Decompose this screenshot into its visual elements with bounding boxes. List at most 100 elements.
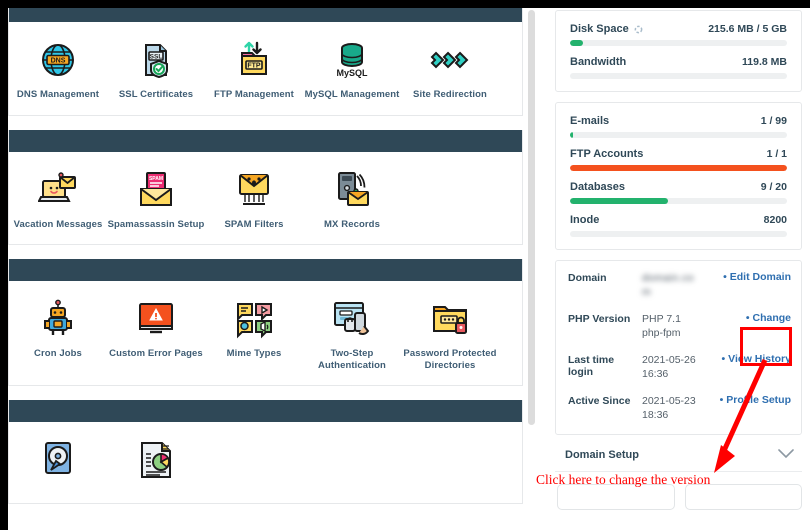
domain-info-panel: Domain domain.com • Edit Domain PHP Vers… [555,260,802,435]
domain-setup-accordion[interactable]: Domain Setup [555,439,802,472]
accordion-label: Domain Setup [565,449,639,461]
stat-value: 1 / 99 [760,115,787,127]
info-row-last-login: Last time login 2021-05-26 16:36 • View … [568,353,791,381]
stat-label-text: Disk Space [570,23,629,35]
left-black-border [0,0,8,530]
progress-track [570,165,787,171]
progress-fill [570,165,787,171]
svg-text:SPAM: SPAM [149,176,163,182]
accounts-panel: E-mails 1 / 99 FTP Accounts 1 / 1 Databa… [555,102,802,250]
tile-dns-management[interactable]: DNS DNS Management [9,38,107,101]
profile-setup-link[interactable]: • Profile Setup [702,394,791,406]
tile-mx-records[interactable]: MX Records [303,168,401,231]
stat-label: E-mails [570,115,610,127]
feature-group-body: DNS DNS Management SSL SSL Certificates … [9,22,522,115]
svg-text:MySQL: MySQL [336,68,368,78]
feature-group-header [9,400,522,422]
cron-robot-icon [36,297,80,341]
edit-domain-link[interactable]: • Edit Domain [702,271,791,283]
view-history-link[interactable]: • View History [702,353,791,365]
tile-spam-filters[interactable]: SPAM Filters [205,168,303,231]
progress-fill [570,40,584,46]
tile-label: FTP Management [214,89,294,100]
mime-types-icon [232,297,276,341]
stat-value: 119.8 MB [742,56,787,68]
change-php-version-link[interactable]: • Change [702,312,791,324]
info-value-active-since: 2021-05-23 18:36 [642,395,696,421]
stat-databases: Databases 9 / 20 [570,181,787,204]
tile-mysql-management[interactable]: MySQL MySQL Management [303,38,401,101]
mx-records-icon [330,168,374,212]
refresh-spinner-icon[interactable] [634,25,643,34]
stat-label: Inode [570,214,600,226]
report-chart-icon [134,438,178,482]
tile-label: Two-Step Authentication [318,348,386,371]
stat-disk-space: Disk Space 215.6 MB / 5 GB [570,23,787,46]
view-history-label: View History [728,353,791,365]
tile-mime-types[interactable]: Mime Types [205,297,303,360]
svg-text:FTP: FTP [247,63,261,70]
tile-two-step-authentication[interactable]: Two-Step Authentication [303,297,401,371]
feature-group-card: Vacation Messages SPAM Spamassassin Setu… [8,129,523,245]
stat-ftp-accounts: FTP Accounts 1 / 1 [570,148,787,171]
info-value-php-version: PHP 7.1 php-fpm [642,313,681,339]
mysql-database-icon: MySQL [330,38,374,82]
tile-ssl-certificates[interactable]: SSL SSL Certificates [107,38,205,101]
progress-track [570,40,787,46]
vacation-message-icon [36,168,80,212]
tile-report-chart[interactable] [107,438,205,489]
column-gutter [536,0,544,530]
svg-text:SSL: SSL [150,54,163,61]
feature-group-body [9,422,522,503]
tile-label: SPAM Filters [224,218,284,230]
left-pane-scrollbar-thumb[interactable] [528,10,535,425]
feature-group-card: DNS DNS Management SSL SSL Certificates … [8,0,523,116]
stat-value: 1 / 1 [766,148,787,160]
tile-label: Cron Jobs [34,348,82,359]
change-label: Change [752,312,791,324]
password-protected-directories-icon [428,297,472,341]
info-value-domain: domain.com [642,272,695,298]
tile-label: Password Protected Directories [403,348,497,371]
stat-bandwidth: Bandwidth 119.8 MB [570,56,787,79]
usage-panel: Disk Space 215.6 MB / 5 GB Bandwidth 119… [555,10,802,92]
stat-value: 8200 [763,214,787,226]
stat-label: Disk Space [570,23,643,35]
info-label: Domain [568,272,607,284]
edit-domain-label: Edit Domain [729,271,791,283]
cpanel-screen: DNS DNS Management SSL SSL Certificates … [0,0,810,530]
ssl-certificate-icon: SSL [134,38,178,82]
tile-cron-jobs[interactable]: Cron Jobs [9,297,107,360]
ftp-folder-icon: FTP [232,38,276,82]
chevron-down-icon[interactable] [778,446,794,464]
features-scroll-pane[interactable]: DNS DNS Management SSL SSL Certificates … [8,0,525,530]
profile-setup-label: Profile Setup [726,394,791,406]
feature-group-card [8,400,523,504]
info-label: Active Since [568,395,631,407]
feature-group-header [9,259,522,281]
progress-track [570,231,787,237]
sidebar-stats-column: Disk Space 215.6 MB / 5 GB Bandwidth 119… [545,0,810,530]
tile-disk-backup[interactable] [9,438,107,489]
info-value-last-login: 2021-05-26 16:36 [642,354,696,380]
dns-globe-icon: DNS [36,38,80,82]
disk-backup-icon [36,438,80,482]
info-row-active-since: Active Since 2021-05-23 18:36 • Profile … [568,394,791,422]
tile-site-redirection[interactable]: Site Redirection [401,38,499,101]
stat-value: 9 / 20 [760,181,787,193]
tile-password-protected-directories[interactable]: Password Protected Directories [401,297,499,371]
spam-filter-icon [232,168,276,212]
tile-ftp-management[interactable]: FTP FTP Management [205,38,303,101]
svg-text:DNS: DNS [51,58,66,65]
stat-emails: E-mails 1 / 99 [570,115,787,138]
tile-label: Vacation Messages [13,218,103,230]
tile-label: Spamassassin Setup [107,218,205,230]
top-black-border [0,0,810,8]
spamassassin-icon: SPAM [134,168,178,212]
info-label: Last time login [568,354,615,378]
two-step-auth-icon [330,297,374,341]
stat-value: 215.6 MB / 5 GB [708,23,787,35]
tile-vacation-messages[interactable]: Vacation Messages [9,168,107,231]
tile-spamassassin-setup[interactable]: SPAM Spamassassin Setup [107,168,205,231]
tile-custom-error-pages[interactable]: Custom Error Pages [107,297,205,360]
